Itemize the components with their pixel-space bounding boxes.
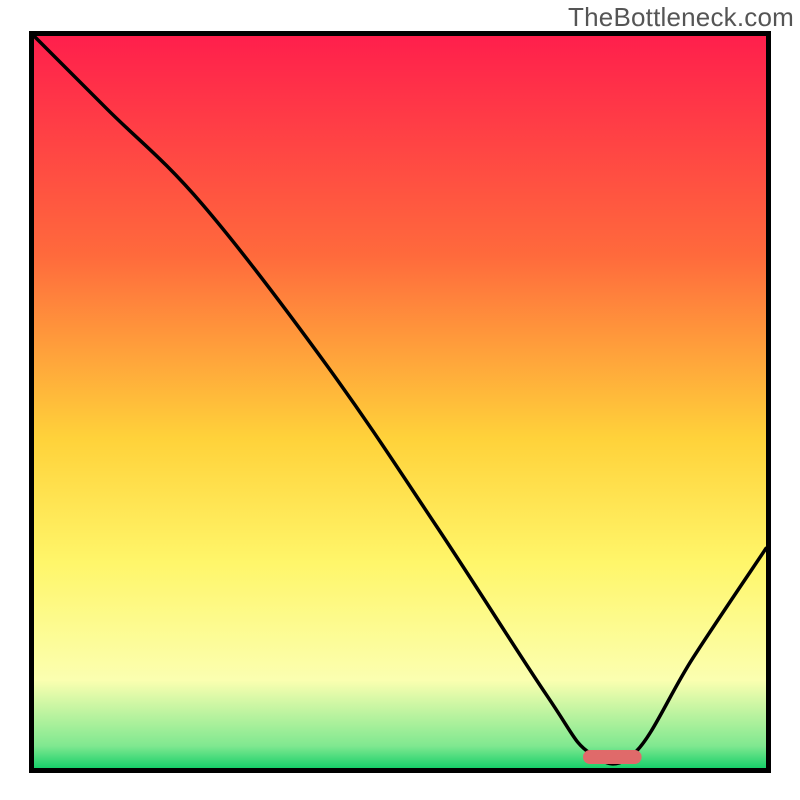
chart-frame: TheBottleneck.com: [0, 0, 800, 800]
watermark-text: TheBottleneck.com: [568, 2, 794, 33]
chart-svg: [34, 36, 766, 768]
optimal-range-marker: [583, 750, 642, 764]
plot-area: [29, 31, 771, 773]
